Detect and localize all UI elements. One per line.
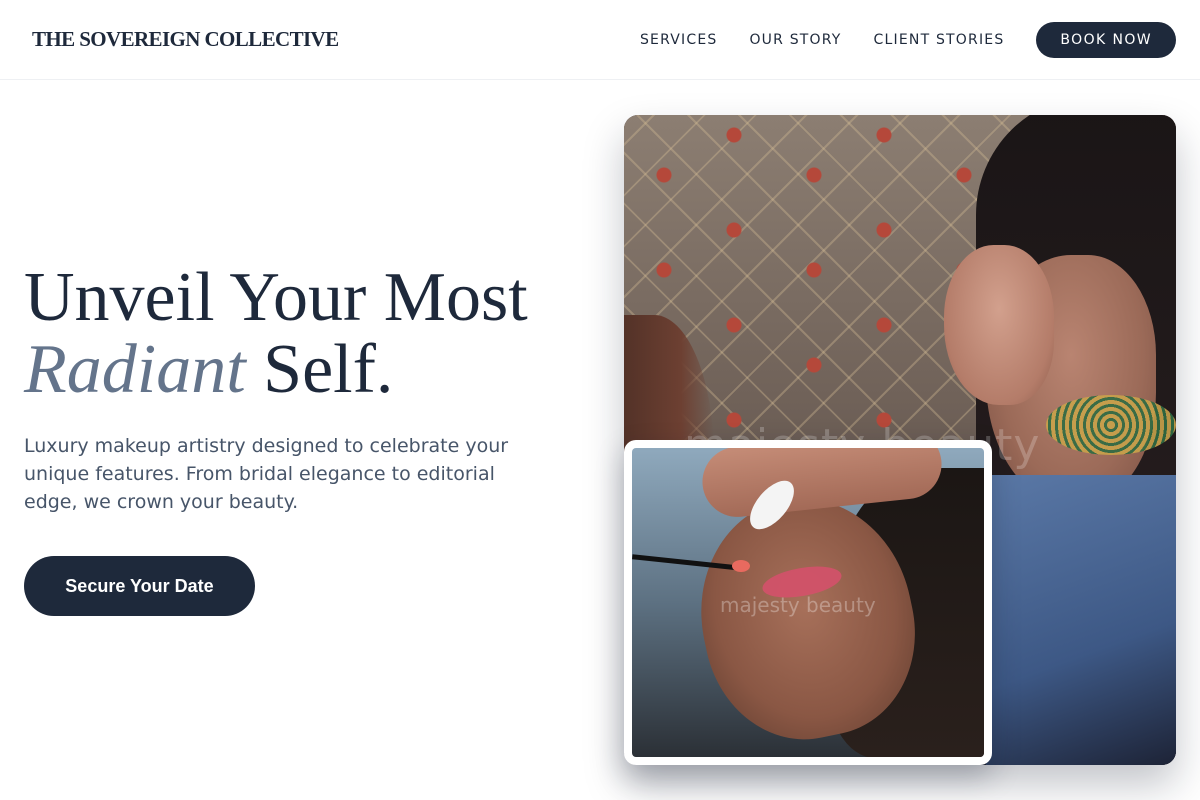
- artist-hand: [944, 245, 1054, 405]
- nav-link-our-story[interactable]: OUR STORY: [749, 32, 841, 48]
- book-now-button[interactable]: BOOK NOW: [1036, 21, 1176, 58]
- hero-subtitle: Luxury makeup artistry designed to celeb…: [24, 435, 509, 513]
- inset-photo-watermark: majesty beauty: [720, 593, 876, 617]
- inset-photo-content: majesty beauty: [632, 448, 984, 757]
- eyeshadow-application-photo: majesty beauty: [624, 440, 992, 765]
- secure-date-button[interactable]: Secure Your Date: [24, 556, 255, 616]
- hero-title-end: Self.: [263, 331, 394, 408]
- hero-title-line1: Unveil Your Most: [24, 259, 528, 336]
- site-header: THE SOVEREIGN COLLECTIVE SERVICES OUR ST…: [0, 0, 1200, 80]
- brand-logo[interactable]: THE SOVEREIGN COLLECTIVE: [32, 27, 339, 52]
- nav-link-client-stories[interactable]: CLIENT STORIES: [874, 32, 1005, 48]
- makeup-brush-tip: [732, 560, 750, 572]
- bridal-necklace: [1046, 395, 1176, 455]
- hero-title-accent: Radiant: [24, 331, 246, 408]
- artist-denim-jacket: [986, 475, 1176, 765]
- nav-link-services[interactable]: SERVICES: [640, 32, 718, 48]
- hero-title: Unveil Your Most Radiant Self.: [24, 262, 584, 406]
- main-nav: SERVICES OUR STORY CLIENT STORIES BOOK N…: [640, 21, 1176, 58]
